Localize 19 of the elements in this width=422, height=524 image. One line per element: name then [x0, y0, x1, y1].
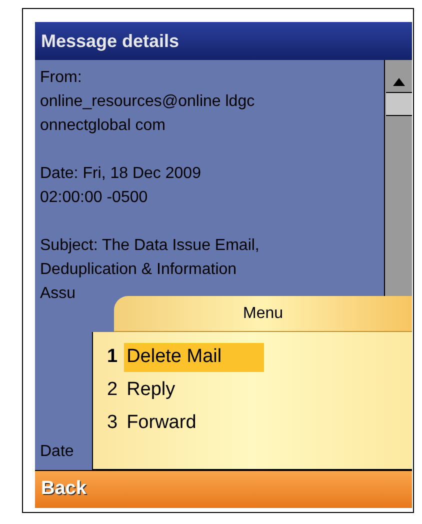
- message-line: Date: Fri, 18 Dec 2009: [40, 164, 201, 184]
- message-line: 02:00:00 -0500: [40, 188, 148, 208]
- message-line: Date: [40, 442, 74, 462]
- message-line: Deduplication & Information: [40, 260, 237, 280]
- menu-item-number: 3: [107, 411, 118, 436]
- menu-item[interactable]: Forward: [124, 409, 200, 438]
- message-line: From:: [40, 68, 82, 88]
- menu-item-number: 1: [107, 345, 118, 370]
- message-line: onnectglobal com: [40, 116, 166, 136]
- menu-item-number: 2: [107, 378, 118, 402]
- menu-title: Menu: [242, 304, 284, 324]
- window-title: Message details: [41, 30, 180, 53]
- scroll-up-icon[interactable]: [392, 78, 404, 86]
- message-line: online_resources@online ldgc: [40, 92, 255, 112]
- message-line: Subject: The Data Issue Email,: [40, 236, 260, 256]
- menu-item[interactable]: Delete Mail: [124, 343, 264, 372]
- scroll-thumb[interactable]: [386, 92, 412, 116]
- message-line: Assu: [40, 284, 76, 304]
- menu-item[interactable]: Reply: [124, 376, 178, 405]
